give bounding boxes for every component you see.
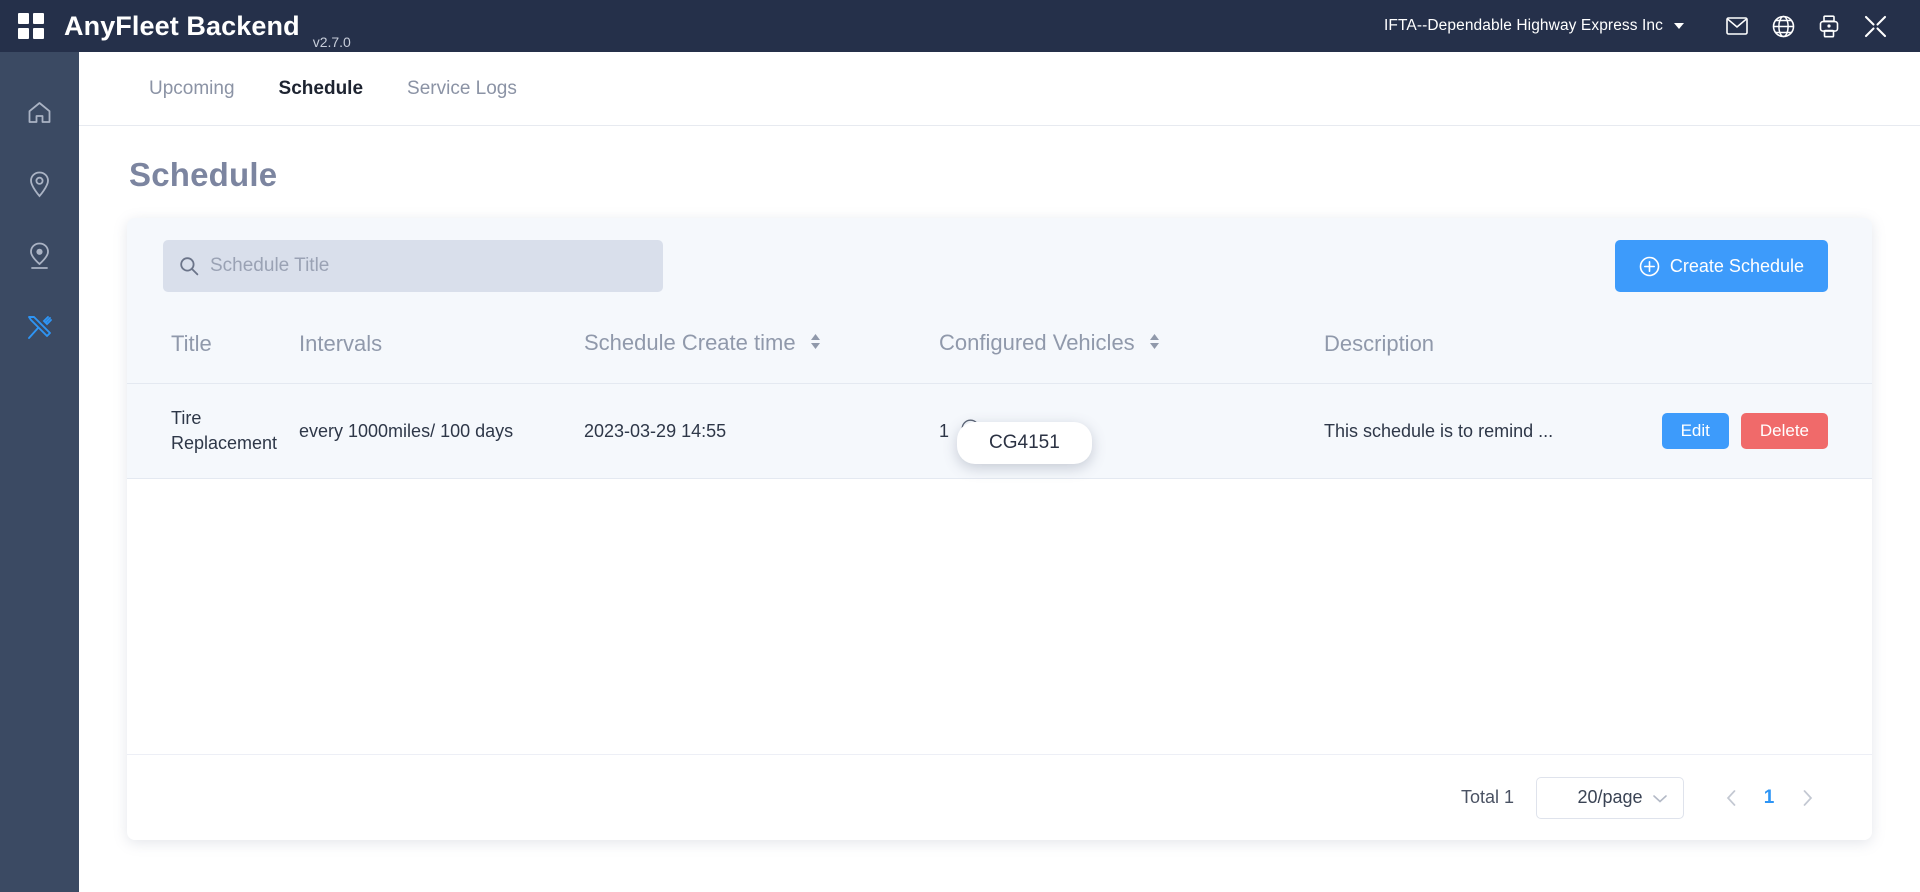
table-head: Title Intervals Schedule Create time <box>127 314 1872 384</box>
printer-icon[interactable] <box>1806 6 1852 46</box>
total-count-label: Total 1 <box>1461 787 1514 808</box>
column-header-description: Description <box>1324 314 1622 384</box>
column-label: Title <box>171 331 212 356</box>
column-label: Configured Vehicles <box>939 330 1135 355</box>
column-header-actions <box>1622 314 1872 384</box>
app-root: AnyFleet Backend v2.7.0 IFTA--Dependable… <box>0 0 1920 892</box>
app-title: AnyFleet Backend <box>64 13 300 40</box>
search-input[interactable] <box>210 255 647 277</box>
sidebar-nav <box>0 52 79 892</box>
home-icon <box>26 99 53 126</box>
sort-toggle-icon[interactable] <box>1148 331 1161 357</box>
header-right-group: IFTA--Dependable Highway Express Inc <box>1384 6 1898 46</box>
sort-toggle-icon[interactable] <box>809 331 822 357</box>
search-icon <box>179 256 199 276</box>
tooltip-text: CG4151 <box>989 432 1060 453</box>
tab-bar: Upcoming Schedule Service Logs <box>79 52 1920 126</box>
chevron-down-icon[interactable] <box>1653 787 1667 808</box>
table-body: Tire Replacement every 1000miles/ 100 da… <box>127 384 1872 479</box>
delete-button[interactable]: Delete <box>1741 413 1828 449</box>
body-wrapper: Upcoming Schedule Service Logs Schedule <box>0 52 1920 892</box>
globe-icon[interactable] <box>1760 6 1806 46</box>
table-header-row: Title Intervals Schedule Create time <box>127 314 1872 384</box>
page-number-1[interactable]: 1 <box>1752 777 1786 819</box>
app-version: v2.7.0 <box>313 34 351 52</box>
pagination-bar: Total 1 20/page 1 <box>127 754 1872 840</box>
page-size-select[interactable]: 20/page <box>1536 777 1684 819</box>
map-pin-icon <box>26 170 53 199</box>
table-row[interactable]: Tire Replacement every 1000miles/ 100 da… <box>127 384 1872 479</box>
fullscreen-icon[interactable] <box>1852 6 1898 46</box>
tab-upcoming[interactable]: Upcoming <box>127 78 257 100</box>
mail-icon[interactable] <box>1714 6 1760 46</box>
create-schedule-label: Create Schedule <box>1670 256 1804 277</box>
tab-schedule[interactable]: Schedule <box>257 78 385 100</box>
schedule-card: Create Schedule Title Intervals <box>127 218 1872 840</box>
schedule-table: Title Intervals Schedule Create time <box>127 314 1872 479</box>
chevron-left-icon[interactable] <box>1710 777 1752 819</box>
tab-service-logs[interactable]: Service Logs <box>385 78 539 100</box>
sidebar-item-home[interactable] <box>0 76 79 148</box>
vehicles-tooltip: CG4151 <box>957 422 1092 464</box>
cell-intervals: every 1000miles/ 100 days <box>299 384 584 479</box>
pager: 1 <box>1710 777 1828 819</box>
top-header: AnyFleet Backend v2.7.0 IFTA--Dependable… <box>0 0 1920 52</box>
column-header-intervals: Intervals <box>299 314 584 384</box>
edit-button[interactable]: Edit <box>1662 413 1729 449</box>
sidebar-item-tools[interactable] <box>0 292 79 364</box>
cell-configured-vehicles: 1 <box>939 384 1324 479</box>
page-size-value: 20/page <box>1577 787 1642 808</box>
column-header-title: Title <box>127 314 299 384</box>
column-label: Schedule Create time <box>584 330 796 355</box>
org-selector-label[interactable]: IFTA--Dependable Highway Express Inc <box>1384 17 1663 35</box>
column-label: Intervals <box>299 331 382 356</box>
card-toolbar: Create Schedule <box>127 218 1872 314</box>
search-box[interactable] <box>163 240 663 292</box>
cell-description: This schedule is to remind ... <box>1324 384 1622 479</box>
cell-title: Tire Replacement <box>127 384 299 479</box>
sidebar-item-location-marker[interactable] <box>0 220 79 292</box>
column-header-configured-vehicles[interactable]: Configured Vehicles <box>939 314 1324 384</box>
create-schedule-button[interactable]: Create Schedule <box>1615 240 1828 292</box>
location-marker-icon <box>26 241 53 271</box>
cell-create-time: 2023-03-29 14:55 <box>584 384 939 479</box>
vehicles-count: 1 <box>939 421 949 442</box>
page-area: Schedule <box>79 126 1920 892</box>
sidebar-item-map-pin[interactable] <box>0 148 79 220</box>
chevron-right-icon[interactable] <box>1786 777 1828 819</box>
tools-icon <box>26 314 54 342</box>
cell-actions: Edit Delete <box>1622 384 1872 479</box>
table-empty-space <box>127 479 1872 754</box>
chevron-down-icon[interactable] <box>1674 23 1684 29</box>
plus-circle-icon <box>1639 256 1660 277</box>
grid-logo-icon[interactable] <box>18 13 44 39</box>
page-title: Schedule <box>129 156 1872 194</box>
column-header-create-time[interactable]: Schedule Create time <box>584 314 939 384</box>
column-label: Description <box>1324 331 1434 356</box>
main-content: Upcoming Schedule Service Logs Schedule <box>79 52 1920 892</box>
